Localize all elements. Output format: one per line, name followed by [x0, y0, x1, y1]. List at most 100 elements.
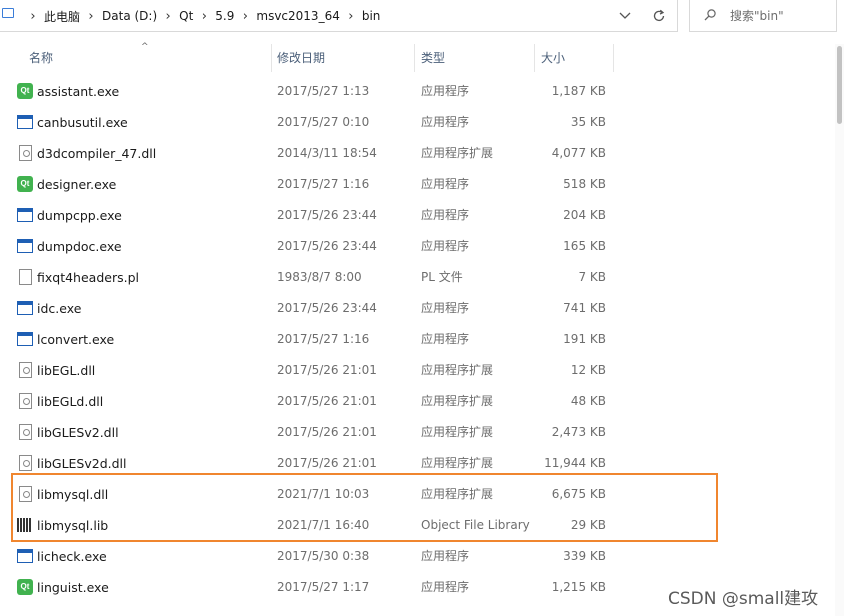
qt-app-icon: Qt — [17, 83, 33, 99]
chevron-right-icon[interactable]: › — [24, 9, 42, 24]
file-type: 应用程序 — [421, 580, 470, 594]
chevron-right-icon[interactable]: › — [159, 9, 177, 24]
file-type: 应用程序 — [421, 549, 470, 563]
file-size: 48 KB — [570, 394, 606, 408]
exe-icon — [17, 332, 33, 346]
file-type: PL 文件 — [421, 270, 463, 284]
file-size: 1,215 KB — [551, 580, 606, 594]
column-header-name[interactable]: 名称 — [29, 44, 53, 72]
exe-icon — [17, 115, 33, 129]
search-icon — [704, 9, 716, 21]
file-size: 1,187 KB — [551, 84, 606, 98]
file-modified-date: 2017/5/26 23:44 — [277, 239, 377, 253]
file-name: lconvert.exe — [37, 332, 115, 347]
file-type: 应用程序 — [421, 239, 470, 253]
file-name: canbusutil.exe — [37, 115, 128, 130]
chevron-right-icon[interactable]: › — [236, 9, 254, 24]
column-divider[interactable] — [414, 44, 415, 72]
file-size: 2,473 KB — [551, 425, 606, 439]
breadcrumb: › 此电脑 › Data (D:) › Qt › 5.9 › msvc2013_… — [24, 0, 382, 32]
breadcrumb-data-drive[interactable]: Data (D:) — [100, 9, 159, 23]
file-type: 应用程序 — [421, 332, 470, 346]
column-divider[interactable] — [271, 44, 272, 72]
refresh-button[interactable] — [648, 6, 670, 26]
file-size: 35 KB — [570, 115, 606, 129]
file-name: libGLESv2.dll — [37, 425, 119, 440]
file-type: 应用程序 — [421, 208, 470, 222]
file-row[interactable]: libGLESv2.dll 2017/5/26 21:01 应用程序扩展 2,473 … — [0, 417, 834, 448]
chevron-down-icon — [619, 12, 631, 19]
file-modified-date: 1983/8/7 8:00 — [277, 270, 362, 284]
dll-icon — [19, 145, 32, 161]
file-row[interactable]: licheck.exe 2017/5/30 0:38 应用程序 339 KB — [0, 541, 834, 572]
highlight-annotation — [11, 473, 718, 542]
file-name: licheck.exe — [37, 549, 107, 564]
column-header-type[interactable]: 类型 — [421, 44, 445, 72]
qt-app-icon: Qt — [17, 176, 33, 192]
file-row[interactable]: Qt designer.exe 2017/5/27 1:16 应用程序 518 KB — [0, 169, 834, 200]
sort-ascending-icon: ^ — [141, 42, 149, 52]
file-name: fixqt4headers.pl — [37, 270, 139, 285]
file-modified-date: 2017/5/27 1:17 — [277, 580, 370, 594]
file-name: linguist.exe — [37, 580, 109, 595]
file-size: 7 KB — [578, 270, 606, 284]
file-size: 204 KB — [563, 208, 606, 222]
refresh-icon — [653, 9, 665, 22]
scrollbar-thumb[interactable] — [837, 46, 842, 124]
chevron-right-icon[interactable]: › — [342, 9, 360, 24]
file-size: 741 KB — [563, 301, 606, 315]
column-divider[interactable] — [534, 44, 535, 72]
breadcrumb-bin[interactable]: bin — [360, 9, 383, 23]
file-row[interactable]: Qt assistant.exe 2017/5/27 1:13 应用程序 1,187 K… — [0, 76, 834, 107]
file-type: 应用程序 — [421, 115, 470, 129]
breadcrumb-qt[interactable]: Qt — [177, 9, 195, 23]
file-modified-date: 2017/5/26 21:01 — [277, 394, 377, 408]
file-name: libEGLd.dll — [37, 394, 104, 409]
file-modified-date: 2017/5/26 21:01 — [277, 363, 377, 377]
file-name: assistant.exe — [37, 84, 120, 99]
exe-icon — [17, 301, 33, 315]
file-row[interactable]: d3dcompiler_47.dll 2014/3/11 18:54 应用程序扩展 4… — [0, 138, 834, 169]
file-modified-date: 2017/5/27 1:13 — [277, 84, 370, 98]
file-row[interactable]: dumpcpp.exe 2017/5/26 23:44 应用程序 204 KB — [0, 200, 834, 231]
file-name: libEGL.dll — [37, 363, 96, 378]
file-type: 应用程序扩展 — [421, 425, 494, 439]
file-row[interactable]: libEGL.dll 2017/5/26 21:01 应用程序扩展 12 KB — [0, 355, 834, 386]
address-bar[interactable]: › 此电脑 › Data (D:) › Qt › 5.9 › msvc2013_… — [0, 0, 678, 32]
dll-icon — [19, 455, 32, 471]
address-history-button[interactable] — [614, 6, 636, 26]
file-size: 518 KB — [563, 177, 606, 191]
file-name: designer.exe — [37, 177, 117, 192]
file-row[interactable]: idc.exe 2017/5/26 23:44 应用程序 741 KB — [0, 293, 834, 324]
dll-icon — [19, 424, 32, 440]
search-placeholder: 搜索"bin" — [730, 9, 784, 23]
this-pc-icon — [2, 8, 14, 18]
file-icon — [19, 269, 32, 285]
file-type: 应用程序扩展 — [421, 146, 494, 160]
file-name: idc.exe — [37, 301, 82, 316]
file-row[interactable]: dumpdoc.exe 2017/5/26 23:44 应用程序 165 KB — [0, 231, 834, 262]
file-row[interactable]: canbusutil.exe 2017/5/27 0:10 应用程序 35 KB — [0, 107, 834, 138]
column-divider[interactable] — [613, 44, 614, 72]
file-modified-date: 2017/5/26 23:44 — [277, 301, 377, 315]
breadcrumb-msvc[interactable]: msvc2013_64 — [254, 9, 341, 23]
breadcrumb-this-pc[interactable]: 此电脑 — [42, 8, 82, 25]
column-header-size[interactable]: 大小 — [541, 44, 565, 72]
file-modified-date: 2017/5/26 23:44 — [277, 208, 377, 222]
file-type: 应用程序 — [421, 177, 470, 191]
file-type: 应用程序 — [421, 301, 470, 315]
breadcrumb-version[interactable]: 5.9 — [213, 9, 236, 23]
file-modified-date: 2017/5/27 1:16 — [277, 177, 370, 191]
column-header-date[interactable]: 修改日期 — [277, 44, 325, 72]
chevron-right-icon[interactable]: › — [195, 9, 213, 24]
file-modified-date: 2017/5/27 1:16 — [277, 332, 370, 346]
file-row[interactable]: lconvert.exe 2017/5/27 1:16 应用程序 191 KB — [0, 324, 834, 355]
search-input[interactable]: 搜索"bin" — [689, 0, 837, 32]
file-row[interactable]: fixqt4headers.pl 1983/8/7 8:00 PL 文件 7 KB — [0, 262, 834, 293]
qt-app-icon: Qt — [17, 579, 33, 595]
vertical-scrollbar[interactable] — [835, 44, 844, 616]
file-row[interactable]: libEGLd.dll 2017/5/26 21:01 应用程序扩展 48 KB — [0, 386, 834, 417]
file-modified-date: 2017/5/27 0:10 — [277, 115, 370, 129]
file-size: 4,077 KB — [551, 146, 606, 160]
chevron-right-icon[interactable]: › — [82, 9, 100, 24]
